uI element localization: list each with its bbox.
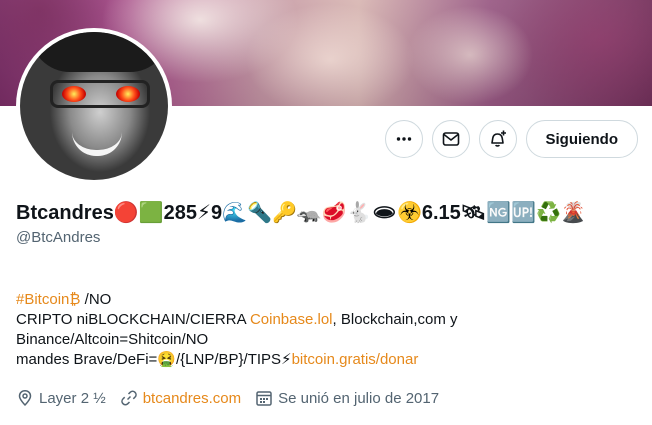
more-icon: [396, 137, 411, 141]
profile-actions: Siguiendo: [384, 120, 638, 158]
coinbase-link[interactable]: Coinbase.lol: [250, 311, 333, 328]
bio-line-2: CRIPTO niBLOCKCHAIN/CIERRA Coinbase.lol,…: [16, 310, 636, 330]
notifications-button[interactable]: [478, 120, 517, 158]
join-date: Se unió en julio de 2017: [255, 389, 439, 407]
following-button[interactable]: Siguiendo: [525, 120, 638, 158]
location-text: Layer 2 ½: [39, 389, 106, 407]
location-pin-icon: [18, 390, 32, 407]
avatar[interactable]: [16, 28, 172, 184]
website-link[interactable]: btcandres.com: [143, 390, 241, 407]
display-name: Btcandres🔴🟩285⚡9🌊🔦🔑🦡🥩🐇🕳☣️6.15🛰🆖🆙♻️🌋: [16, 202, 586, 224]
bio-text: /NO: [80, 291, 112, 308]
bell-plus-icon: [490, 130, 506, 147]
website: btcandres.com: [120, 389, 241, 407]
more-button[interactable]: [384, 120, 423, 158]
profile-bio: #Bitcoin₿ /NO CRIPTO niBLOCKCHAIN/CIERRA…: [16, 290, 636, 370]
profile-meta: Layer 2 ½ btcandres.com Se unió en julio…: [16, 389, 439, 407]
bio-line-1: #Bitcoin₿ /NO: [16, 290, 636, 310]
link-icon: [120, 390, 137, 406]
profile-header: Btcandres🔴🟩285⚡9🌊🔦🔑🦡🥩🐇🕳☣️6.15🛰🆖🆙♻️🌋 @Btc…: [16, 200, 636, 246]
join-date-text: Se unió en julio de 2017: [278, 389, 440, 407]
user-handle: @BtcAndres: [16, 229, 101, 246]
calendar-icon: [256, 391, 272, 406]
bitcoin-icon: ₿: [69, 291, 81, 308]
donate-link[interactable]: bitcoin.gratis/donar: [292, 351, 419, 368]
bio-text: mandes Brave/DeFi=🤮/{LNP/BP}/TIPS⚡: [16, 351, 292, 368]
avatar-image: [20, 32, 168, 180]
bio-line-4: mandes Brave/DeFi=🤮/{LNP/BP}/TIPS⚡bitcoi…: [16, 350, 636, 370]
bio-line-3: Binance/Altcoin=Shitcoin/NO: [16, 331, 209, 348]
location: Layer 2 ½: [16, 389, 106, 407]
bio-text: CRIPTO niBLOCKCHAIN/CIERRA: [16, 311, 250, 328]
message-button[interactable]: [431, 120, 470, 158]
envelope-icon: [442, 132, 459, 146]
hashtag-bitcoin-link[interactable]: #Bitcoin: [16, 291, 69, 308]
bio-text: , Blockchain,com y: [332, 311, 458, 328]
